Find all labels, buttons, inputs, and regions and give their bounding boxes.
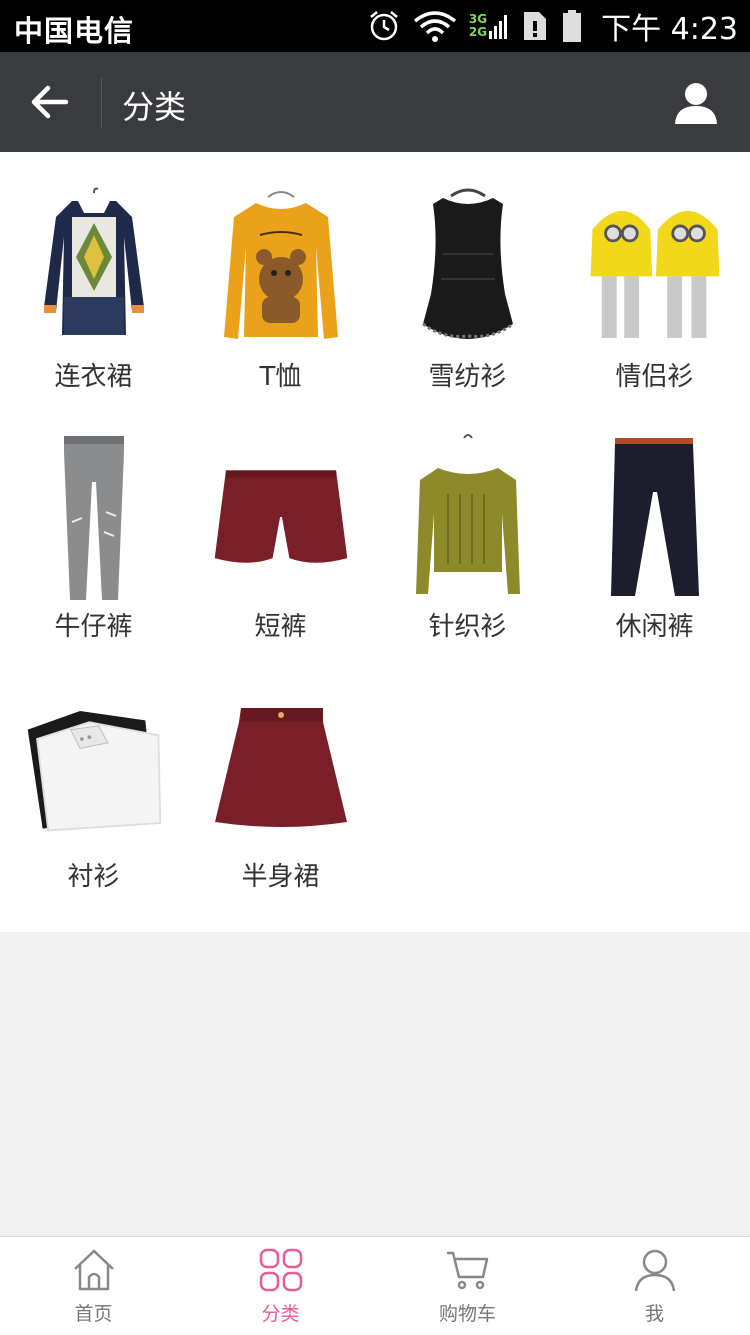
category-label: T恤	[259, 362, 302, 392]
category-item-shirt[interactable]: 衬衫	[0, 652, 187, 902]
network-2g-label: 2G	[468, 25, 488, 39]
knit-sweater-image	[398, 434, 538, 599]
category-item-skirt[interactable]: 半身裙	[187, 652, 374, 902]
signal-bars-icon	[489, 15, 508, 39]
category-label: 情侣衫	[615, 362, 694, 392]
nav-cart[interactable]: 购物车	[374, 1237, 561, 1335]
status-bar: 中国电信 3G 2G 下午 4:23	[0, 0, 750, 52]
app-bar: 分类	[0, 52, 750, 152]
wifi-icon	[413, 11, 456, 42]
nav-label: 购物车	[438, 1303, 496, 1325]
status-icons: 3G 2G 下午 4:23	[367, 6, 738, 47]
battery-icon	[563, 10, 582, 42]
category-item-tshirt[interactable]: T恤	[187, 152, 374, 402]
category-label: 休闲裤	[615, 612, 694, 642]
clock-time: 下午 4:23	[601, 12, 738, 47]
shirt-image	[24, 684, 164, 849]
category-label: 连衣裙	[54, 362, 133, 392]
couple-hoodie-image	[585, 184, 725, 349]
sim-alert-icon	[524, 12, 547, 40]
category-item-casual-pants[interactable]: 休闲裤	[561, 402, 748, 652]
skirt-image	[211, 684, 351, 849]
app-bar-divider	[101, 78, 102, 128]
bottom-navigation: 首页 分类 购物车 我	[0, 1236, 750, 1335]
nav-me[interactable]: 我	[561, 1237, 748, 1335]
category-item-chiffon[interactable]: 雪纺衫	[374, 152, 561, 402]
nav-category[interactable]: 分类	[187, 1237, 374, 1335]
category-label: 牛仔裤	[54, 612, 133, 642]
category-item-jeans[interactable]: 牛仔裤	[0, 402, 187, 652]
cart-icon	[447, 1251, 489, 1290]
category-grid: 连衣裙 T恤 雪纺衫 情侣衫 牛仔裤 短裤 针织衫 休闲裤 衬衫 半身裙	[0, 152, 750, 932]
casual-pants-image	[585, 434, 725, 599]
shorts-image	[211, 434, 351, 599]
category-item-knit[interactable]: 针织衫	[374, 402, 561, 652]
category-grid-icon	[259, 1248, 303, 1292]
user-icon	[634, 1249, 676, 1292]
dress-image	[24, 184, 164, 349]
carrier-name: 中国电信	[14, 14, 135, 48]
category-label: 雪纺衫	[428, 362, 507, 392]
chiffon-top-image	[398, 184, 538, 349]
nav-label: 分类	[261, 1303, 300, 1325]
arrow-left-icon	[31, 85, 69, 119]
category-item-dress[interactable]: 连衣裙	[0, 152, 187, 402]
page-title: 分类	[122, 88, 187, 126]
category-label: 短裤	[254, 612, 307, 642]
tshirt-image	[211, 184, 351, 349]
category-item-couple[interactable]: 情侣衫	[561, 152, 748, 402]
category-label: 衬衫	[67, 862, 120, 892]
nav-label: 首页	[74, 1303, 113, 1325]
nav-label: 我	[644, 1303, 664, 1325]
category-label: 半身裙	[241, 862, 320, 892]
jeans-image	[24, 434, 164, 600]
home-icon	[74, 1249, 114, 1291]
category-item-shorts[interactable]: 短裤	[187, 402, 374, 652]
nav-home[interactable]: 首页	[0, 1237, 187, 1335]
signal-indicator: 3G 2G	[469, 11, 509, 41]
category-label: 针织衫	[428, 612, 507, 642]
back-button[interactable]	[20, 78, 80, 126]
user-icon	[675, 83, 717, 124]
profile-button[interactable]	[672, 78, 720, 126]
alarm-icon	[370, 11, 398, 41]
